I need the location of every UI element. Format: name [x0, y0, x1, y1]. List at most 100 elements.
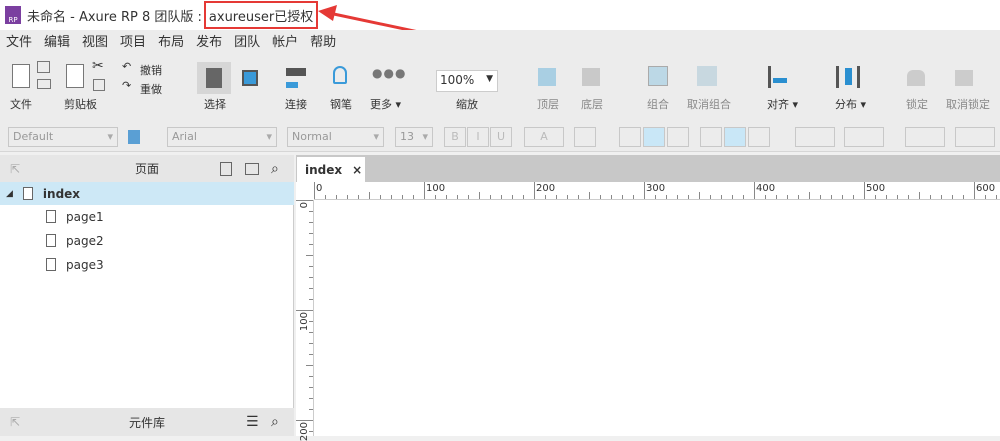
open-folder-icon[interactable]: [37, 79, 51, 89]
ruler-tick: [534, 182, 535, 199]
menu-help[interactable]: 帮助: [304, 31, 342, 50]
search-icon[interactable]: ⌕: [271, 414, 279, 430]
font-color-button[interactable]: A: [524, 127, 564, 147]
collapse-icon[interactable]: ⇱: [10, 162, 20, 176]
pages-panel: ⇱ 页面 ⌕ ◢ index page1 page2 page3 ⇱ 元件库 ☰…: [0, 155, 294, 436]
ruler-tick: [754, 182, 755, 199]
distribute-button[interactable]: 分布 ▾: [835, 96, 866, 112]
menu-file[interactable]: 文件: [0, 31, 38, 50]
connect-icon[interactable]: [286, 68, 306, 76]
lock-button[interactable]: 锁定: [906, 96, 928, 112]
menu-team[interactable]: 团队: [228, 31, 266, 50]
align-right-button[interactable]: [667, 127, 689, 147]
menu-arrange[interactable]: 布局: [152, 31, 190, 50]
line-color-button[interactable]: [905, 127, 945, 147]
add-page-icon[interactable]: [220, 161, 232, 176]
paste-icon[interactable]: [66, 64, 84, 88]
tab-index[interactable]: index ×: [297, 157, 365, 182]
valign-bottom-button[interactable]: [748, 127, 770, 147]
more-button[interactable]: 更多 ▾: [370, 96, 401, 112]
menu-view[interactable]: 视图: [76, 31, 114, 50]
undo-button[interactable]: 撤销: [140, 62, 162, 78]
fill-color-button[interactable]: [795, 127, 835, 147]
ruler-tick: [875, 195, 876, 199]
style-select[interactable]: Default: [8, 127, 118, 147]
style-edit-icon[interactable]: [128, 130, 140, 144]
group-button[interactable]: 组合: [647, 96, 669, 112]
design-canvas[interactable]: [314, 200, 1000, 436]
valign-middle-button[interactable]: [724, 127, 746, 147]
app-icon: RP: [5, 6, 21, 24]
zoom-select[interactable]: 100% ▼: [436, 70, 498, 92]
page-item-index[interactable]: ◢ index: [0, 182, 294, 205]
font-select[interactable]: Arial: [167, 127, 277, 147]
ruler-label: 300: [646, 183, 666, 194]
menu-edit[interactable]: 编辑: [38, 31, 76, 50]
ruler-tick: [908, 195, 909, 199]
window-title: 未命名 - Axure RP 8 团队版 :: [27, 9, 202, 25]
new-file-icon[interactable]: [12, 64, 30, 88]
pen-label[interactable]: 钢笔: [330, 96, 352, 112]
bring-to-front-button[interactable]: 顶层: [537, 96, 559, 112]
menu-bar: 文件 编辑 视图 项目 布局 发布 团队 帐户 帮助: [0, 30, 1000, 50]
ruler-tick: [309, 409, 313, 410]
align-button[interactable]: 对齐 ▾: [767, 96, 798, 112]
ruler-tick: [296, 310, 313, 311]
menu-publish[interactable]: 发布: [190, 31, 228, 50]
ruler-tick: [710, 195, 711, 199]
zoom-label: 缩放: [456, 98, 478, 111]
collapse-icon[interactable]: ⇱: [10, 415, 20, 429]
ruler-tick: [306, 365, 313, 366]
ruler-tick: [743, 195, 744, 199]
bold-button[interactable]: B: [444, 127, 466, 147]
ungroup-button[interactable]: 取消组合: [687, 96, 731, 112]
select-contained-button[interactable]: [242, 70, 258, 86]
underline-button[interactable]: U: [490, 127, 512, 147]
unlock-button[interactable]: 取消锁定: [946, 96, 990, 112]
line-width-button[interactable]: [955, 127, 995, 147]
lock-icon: [907, 70, 925, 86]
menu-project[interactable]: 项目: [114, 31, 152, 50]
tab-bar: index ×: [296, 155, 1000, 182]
align-center-button[interactable]: [643, 127, 665, 147]
ruler-tick: [435, 195, 436, 199]
toolbar: 文件 ✂ 剪贴板 ↶ 撤销 ↷ 重做 选择 连接 钢笔 ●●● 更多 ▾ 100…: [0, 50, 1000, 122]
shadow-button[interactable]: [844, 127, 884, 147]
ruler-tick: [501, 195, 502, 199]
canvas-area: index × 0 100 200 300 400 500 600 0 100 200: [296, 155, 1000, 441]
redo-button[interactable]: 重做: [140, 81, 162, 97]
page-item[interactable]: page1: [0, 205, 294, 228]
italic-button[interactable]: I: [467, 127, 489, 147]
ruler-tick: [336, 195, 337, 199]
ruler-label: 0: [299, 202, 310, 209]
distribute-icon: [836, 66, 860, 88]
page-item[interactable]: page3: [0, 253, 294, 276]
font-weight-select[interactable]: Normal: [287, 127, 384, 147]
add-folder-icon[interactable]: [245, 162, 259, 175]
pen-icon[interactable]: [333, 66, 347, 84]
bullet-list-button[interactable]: [574, 127, 596, 147]
font-size-select[interactable]: 13: [395, 127, 433, 147]
select-intersect-button[interactable]: [197, 62, 231, 94]
copy-icon[interactable]: [93, 79, 105, 91]
ruler-tick: [985, 195, 986, 199]
ruler-tick: [545, 195, 546, 199]
send-to-back-button[interactable]: 底层: [581, 96, 603, 112]
ruler-tick: [309, 354, 313, 355]
menu-icon[interactable]: ☰: [246, 414, 259, 430]
ruler-tick: [309, 398, 313, 399]
valign-top-button[interactable]: [700, 127, 722, 147]
close-icon[interactable]: ×: [352, 163, 362, 177]
ruler-tick: [820, 195, 821, 199]
ruler-tick: [765, 195, 766, 199]
save-icon[interactable]: [37, 61, 50, 73]
align-left-button[interactable]: [619, 127, 641, 147]
search-icon[interactable]: ⌕: [271, 161, 279, 177]
connect-label[interactable]: 连接: [285, 96, 307, 112]
expand-triangle-icon[interactable]: ◢: [6, 189, 13, 199]
page-item[interactable]: page2: [0, 229, 294, 252]
cut-icon[interactable]: ✂: [92, 58, 104, 74]
ruler-tick: [309, 244, 313, 245]
page-label: page2: [66, 233, 104, 248]
menu-account[interactable]: 帐户: [266, 31, 304, 50]
